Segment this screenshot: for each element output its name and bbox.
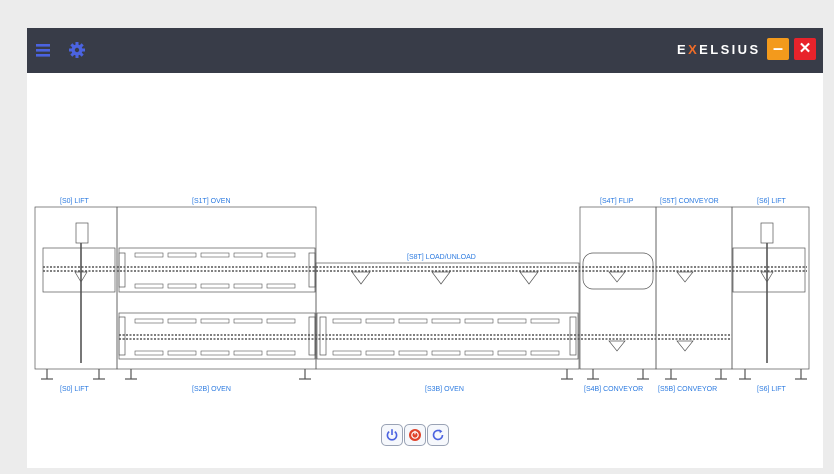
flip-frame [579, 206, 657, 370]
heater-slot [167, 283, 197, 289]
heater-slot [200, 350, 230, 356]
machine-diagram: [S0] LIFT [S1T] OVEN [S8T] LOAD/UNLOAD [… [34, 198, 810, 393]
oven-heater-slots [134, 252, 560, 356]
heater-slot [233, 318, 263, 324]
heater-slot [332, 318, 362, 324]
lift-right-sensor [760, 222, 774, 244]
brand-logo: EXELSIUS [677, 42, 761, 57]
zone-label-conveyor-top[interactable]: [S5T] CONVEYOR [660, 198, 719, 205]
lift-right-frame [731, 206, 810, 370]
heater-slot [200, 252, 230, 258]
app-window: EXELSIUS – ✕ [S0] LIFT [S1T] OVEN [S8T] … [27, 28, 823, 468]
stop-button[interactable] [404, 424, 426, 446]
zone-label-lift-bottom-right[interactable]: [S6] LIFT [757, 386, 787, 393]
power-button[interactable] [381, 424, 403, 446]
zone-label-lift-top-left[interactable]: [S0] LIFT [60, 198, 90, 205]
heater-slot [431, 350, 461, 356]
heater-slot [134, 318, 164, 324]
heater-slot [134, 350, 164, 356]
heater-slot [497, 318, 527, 324]
heater-slot [365, 318, 395, 324]
lift-left-carriage [42, 247, 116, 293]
machine-diagram-area: [S0] LIFT [S1T] OVEN [S8T] LOAD/UNLOAD [… [27, 73, 823, 468]
heater-slot [530, 350, 560, 356]
refresh-icon [432, 429, 444, 441]
heater-slot [134, 283, 164, 289]
title-bar: EXELSIUS – ✕ [27, 28, 823, 73]
zone-label-lift-top-right[interactable]: [S6] LIFT [757, 198, 787, 205]
heater-slot [200, 318, 230, 324]
zone-label-lift-bottom-left[interactable]: [S0] LIFT [60, 386, 90, 393]
lift-left-sensor [75, 222, 89, 244]
heater-slot [431, 318, 461, 324]
zone-label-oven-top[interactable]: [S1T] OVEN [192, 198, 231, 205]
heater-slot [233, 252, 263, 258]
heater-slot [167, 318, 197, 324]
heater-slot [134, 252, 164, 258]
heater-slot [497, 350, 527, 356]
conveyor-frame [655, 206, 733, 370]
minimize-button[interactable]: – [767, 38, 789, 60]
heater-slot [464, 350, 494, 356]
reset-button[interactable] [427, 424, 449, 446]
zone-label-conveyor-bottom-1[interactable]: [S4B] CONVEYOR [584, 386, 643, 393]
heater-slot [266, 350, 296, 356]
stop-icon [409, 429, 421, 441]
load-unload-frame [315, 262, 580, 370]
machine-structure [34, 206, 810, 380]
heater-slot [365, 350, 395, 356]
heater-slot [398, 318, 428, 324]
heater-slot [266, 318, 296, 324]
heater-slot [200, 283, 230, 289]
lift-right-carriage [732, 247, 806, 293]
power-icon [386, 429, 398, 441]
zone-label-load-unload[interactable]: [S8T] LOAD/UNLOAD [407, 254, 476, 261]
zone-label-conveyor-bottom-2[interactable]: [S5B] CONVEYOR [658, 386, 717, 393]
heater-slot [266, 283, 296, 289]
heater-slot [233, 350, 263, 356]
zone-label-flip-top[interactable]: [S4T] FLIP [600, 198, 634, 205]
heater-slot [266, 252, 296, 258]
heater-slot [530, 318, 560, 324]
heater-slot [398, 350, 428, 356]
heater-slot [233, 283, 263, 289]
heater-slot [167, 350, 197, 356]
zone-label-oven-bottom-left[interactable]: [S2B] OVEN [192, 386, 231, 393]
gear-icon[interactable] [67, 40, 87, 60]
heater-slot [464, 318, 494, 324]
close-button[interactable]: ✕ [794, 38, 816, 60]
heater-slot [332, 350, 362, 356]
heater-slot [167, 252, 197, 258]
hamburger-icon[interactable] [34, 40, 54, 60]
zone-label-oven-bottom-mid[interactable]: [S3B] OVEN [425, 386, 464, 393]
